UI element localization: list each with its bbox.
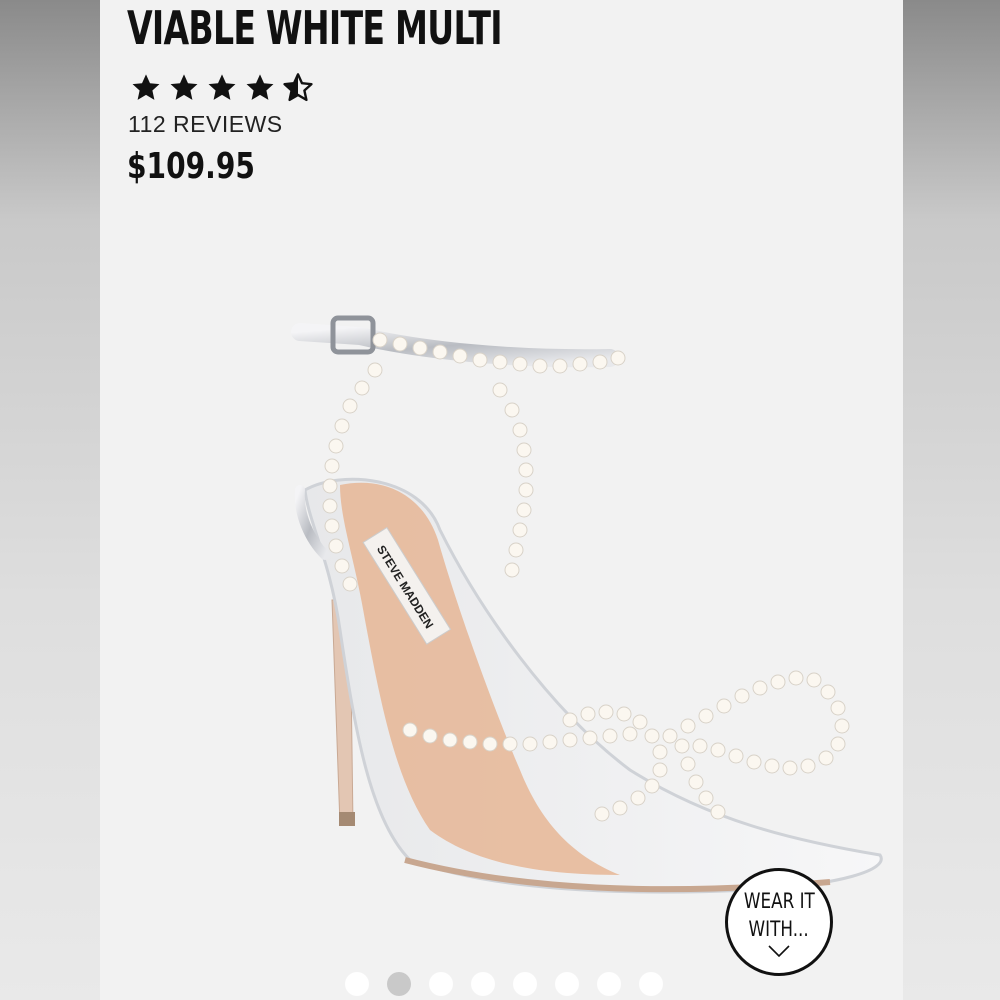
star-full-icon [246,74,274,100]
star-full-icon [170,74,198,100]
product-panel: VIABLE WHITE MULTI 112 REVIEWS $109.95 S… [100,0,903,1000]
carousel-dot-5[interactable] [513,972,537,996]
carousel-dot-7[interactable] [597,972,621,996]
carousel-dot-1[interactable] [345,972,369,996]
wear-it-with-button[interactable]: WEAR IT WITH... [725,868,833,976]
wear-it-with-line1: WEAR IT [743,889,815,913]
star-half-icon [283,73,313,102]
blurred-backdrop-right [903,0,1000,1000]
product-title: VIABLE WHITE MULTI [127,1,503,55]
rating-stars[interactable] [130,72,314,104]
carousel-dots [345,972,663,996]
wear-it-with-line2: WITH... [748,917,810,941]
star-full-icon [208,74,236,100]
carousel-dot-8[interactable] [639,972,663,996]
carousel-dot-3[interactable] [429,972,453,996]
carousel-dot-4[interactable] [471,972,495,996]
carousel-dot-2[interactable] [387,972,411,996]
star-full-icon [132,74,160,100]
chevron-down-icon [768,945,790,957]
blurred-backdrop-left [0,0,100,1000]
product-image[interactable]: STEVE MADDEN [190,300,903,920]
product-price: $109.95 [127,146,255,187]
reviews-link[interactable]: 112 REVIEWS [128,111,283,138]
carousel-dot-6[interactable] [555,972,579,996]
